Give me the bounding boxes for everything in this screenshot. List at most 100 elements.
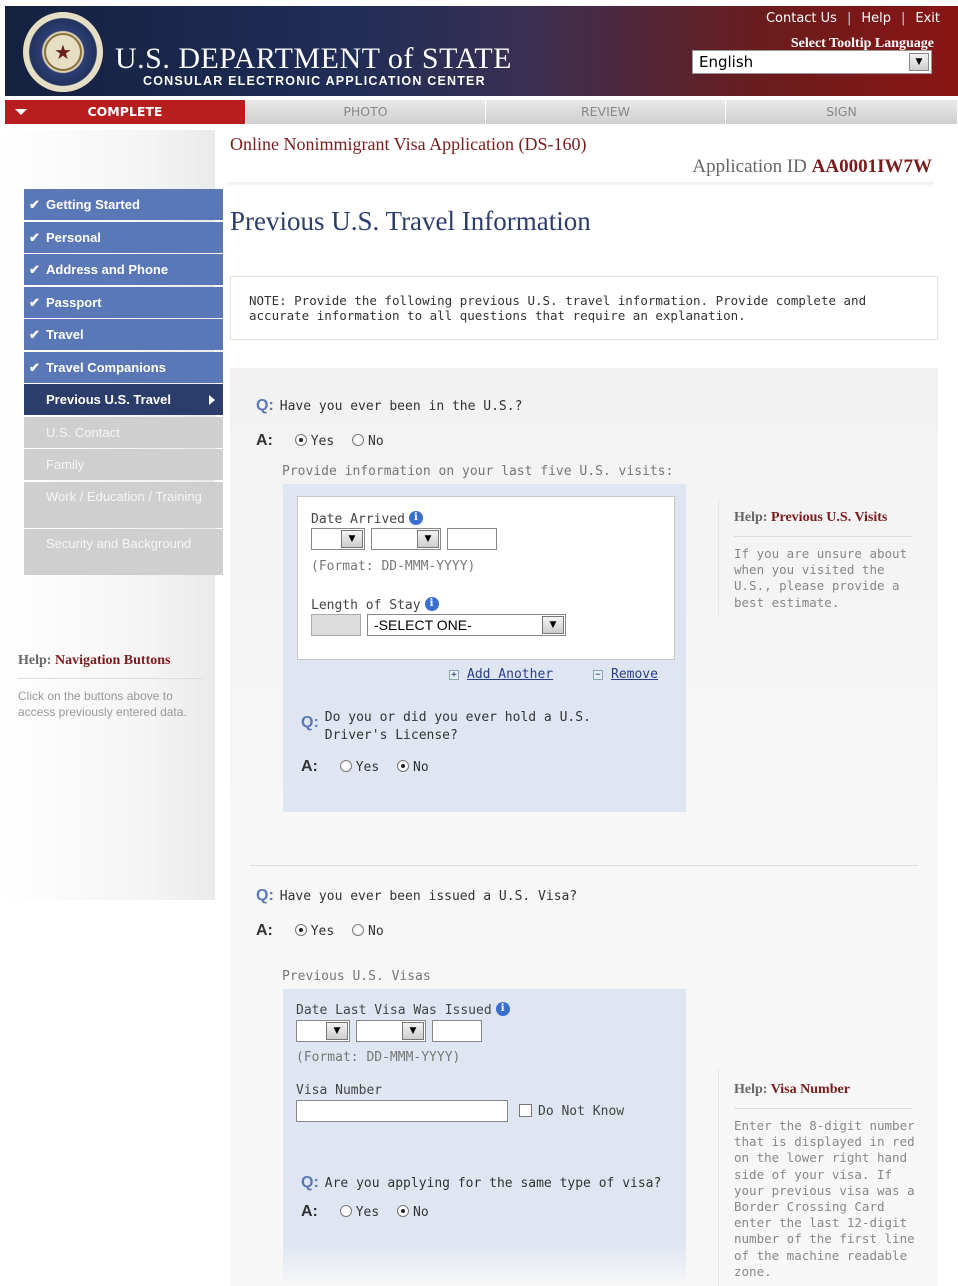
chevron-down-icon: ▼ bbox=[542, 616, 564, 634]
radio-no-issued-visa[interactable]: No bbox=[352, 924, 384, 939]
sidebar-nav: ✔ Getting Started ✔ Personal ✔ Address and … bbox=[24, 189, 223, 577]
radio-button[interactable] bbox=[339, 1205, 352, 1217]
sidebar-item-label: Work / Education / Training bbox=[46, 488, 202, 504]
answer-marker: A: bbox=[301, 1203, 318, 1220]
sidebar-item-label: Travel bbox=[46, 327, 84, 342]
sidebar-item-label: Security and Background bbox=[46, 536, 192, 551]
radio-button[interactable] bbox=[397, 760, 410, 772]
application-id: Application ID AA0001IW7W bbox=[692, 156, 932, 178]
question-text: Are you applying for the same type of vi… bbox=[324, 1176, 662, 1191]
length-of-stay-number-input[interactable] bbox=[311, 614, 361, 636]
radio-button[interactable] bbox=[294, 924, 307, 936]
radio-yes-issued-visa[interactable]: Yes bbox=[294, 924, 334, 939]
add-another-link[interactable]: + Add Another bbox=[449, 667, 553, 682]
previous-visas-box-fade bbox=[283, 1244, 686, 1286]
question-marker: Q: bbox=[301, 714, 319, 731]
help-previous-visits-title: Help: Previous U.S. Visits bbox=[734, 510, 887, 526]
radio-button[interactable] bbox=[294, 434, 307, 446]
radio-label: No bbox=[368, 434, 384, 449]
visa-number-label: Visa Number bbox=[296, 1083, 383, 1098]
answer-marker: A: bbox=[256, 922, 273, 939]
info-icon[interactable]: i bbox=[408, 511, 423, 525]
radio-yes-drivers-license[interactable]: Yes bbox=[339, 760, 379, 775]
tab-review[interactable]: REVIEW bbox=[486, 100, 726, 124]
sidebar-item-address-and-phone[interactable]: ✔ Address and Phone bbox=[24, 254, 223, 285]
question-issued-visa: Q: Have you ever been issued a U.S. Visa? bbox=[256, 887, 577, 905]
sidebar-item-passport[interactable]: ✔ Passport bbox=[24, 286, 223, 318]
divider bbox=[18, 678, 203, 679]
question-text: Have you ever been issued a U.S. Visa? bbox=[279, 889, 578, 904]
sidebar-item-label: Personal bbox=[46, 229, 101, 245]
radio-label: No bbox=[413, 1205, 429, 1220]
header-links: Contact Us | Help | Exit bbox=[765, 11, 940, 26]
radio-yes-same-type[interactable]: Yes bbox=[339, 1205, 380, 1220]
sidebar-item-label: Family bbox=[46, 457, 85, 472]
checkbox[interactable] bbox=[519, 1104, 532, 1117]
progress-tabs: COMPLETE PHOTO REVIEW SIGN bbox=[5, 100, 958, 124]
radio-no-been-in-us[interactable]: No bbox=[352, 434, 384, 449]
checkmark-icon: ✔ bbox=[29, 327, 40, 342]
radio-label: Yes bbox=[310, 434, 335, 449]
department-title: U.S. DEPARTMENT of STATE bbox=[115, 42, 513, 75]
help-divider bbox=[718, 1070, 719, 1286]
nav-help-heading: Navigation Buttons bbox=[54, 653, 171, 668]
sidebar-item-label: Address and Phone bbox=[46, 262, 169, 277]
tab-photo[interactable]: PHOTO bbox=[246, 100, 486, 124]
radio-no-drivers-license[interactable]: No bbox=[397, 760, 429, 775]
sidebar-item-getting-started[interactable]: ✔ Getting Started bbox=[24, 189, 223, 220]
length-of-stay-label: Length of Stay i bbox=[311, 597, 439, 613]
date-format-hint: (Format: DD-MMM-YYYY) bbox=[296, 1050, 461, 1065]
help-previous-visits-text: If you are unsure about when you visited… bbox=[734, 546, 908, 610]
length-of-stay-unit-select[interactable]: -SELECT ONE- ▼ bbox=[367, 614, 566, 636]
checkmark-icon: ✔ bbox=[29, 197, 40, 212]
sidebar-item-label: Travel Companions bbox=[46, 359, 166, 375]
radio-button[interactable] bbox=[352, 434, 365, 446]
title-divider bbox=[228, 182, 934, 187]
chevron-down-icon: ▼ bbox=[341, 530, 363, 548]
sidebar-item-us-contact: U.S. Contact bbox=[24, 416, 223, 448]
tooltip-language-select[interactable]: English ▼ bbox=[692, 50, 932, 74]
section-divider bbox=[250, 865, 918, 866]
radio-button[interactable] bbox=[339, 760, 352, 772]
help-link[interactable]: Help bbox=[861, 11, 891, 26]
info-icon[interactable]: i bbox=[424, 597, 439, 611]
chevron-down-icon: ▼ bbox=[909, 53, 929, 71]
sidebar-item-travel[interactable]: ✔ Travel bbox=[24, 319, 223, 350]
visa-issued-day-select[interactable]: ▼ bbox=[296, 1020, 350, 1042]
sidebar-item-personal[interactable]: ✔ Personal bbox=[24, 221, 223, 253]
remove-link[interactable]: − Remove bbox=[593, 667, 658, 682]
radio-button[interactable] bbox=[352, 924, 365, 936]
question-marker: Q: bbox=[256, 397, 274, 414]
info-icon[interactable]: i bbox=[495, 1002, 510, 1016]
contact-us-link[interactable]: Contact Us bbox=[766, 11, 837, 26]
note-box: NOTE: Provide the following previous U.S… bbox=[230, 276, 938, 340]
do-not-know-checkbox[interactable]: Do Not Know bbox=[519, 1104, 624, 1119]
tab-sign[interactable]: SIGN bbox=[726, 100, 958, 124]
nav-help-text: Click on the buttons above to access pre… bbox=[18, 689, 187, 719]
radio-yes-been-in-us[interactable]: Yes bbox=[294, 434, 335, 449]
radio-button[interactable] bbox=[397, 1205, 410, 1217]
add-another-text: Add Another bbox=[467, 667, 554, 682]
tab-complete[interactable]: COMPLETE bbox=[5, 100, 246, 124]
sidebar-item-travel-companions[interactable]: ✔ Travel Companions bbox=[24, 351, 223, 383]
date-arrived-month-select[interactable]: ▼ bbox=[371, 528, 441, 550]
checkmark-icon: ✔ bbox=[29, 359, 40, 375]
sidebar-item-previous-us-travel[interactable]: Previous U.S. Travel bbox=[24, 384, 223, 415]
radio-no-same-type[interactable]: No bbox=[397, 1205, 429, 1220]
exit-link[interactable]: Exit bbox=[915, 11, 940, 26]
visa-number-input[interactable] bbox=[296, 1100, 508, 1122]
date-arrived-day-select[interactable]: ▼ bbox=[311, 528, 365, 550]
question-text: Have you ever been in the U.S.? bbox=[279, 399, 523, 414]
application-id-value: AA0001IW7W bbox=[811, 156, 932, 177]
help-prefix: Help: bbox=[734, 510, 768, 525]
question-marker: Q: bbox=[256, 887, 274, 904]
visa-issued-month-select[interactable]: ▼ bbox=[356, 1020, 426, 1042]
tab-complete-label: COMPLETE bbox=[87, 104, 163, 119]
radio-label: No bbox=[413, 760, 429, 775]
sidebar-item-security-and-background: Security and Background bbox=[24, 529, 223, 575]
visa-issued-year-input[interactable] bbox=[432, 1020, 482, 1042]
date-arrived-year-input[interactable] bbox=[447, 528, 497, 550]
checkmark-icon: ✔ bbox=[29, 229, 40, 245]
radio-label: Yes bbox=[355, 1205, 380, 1220]
department-subtitle: CONSULAR ELECTRONIC APPLICATION CENTER bbox=[143, 74, 486, 88]
